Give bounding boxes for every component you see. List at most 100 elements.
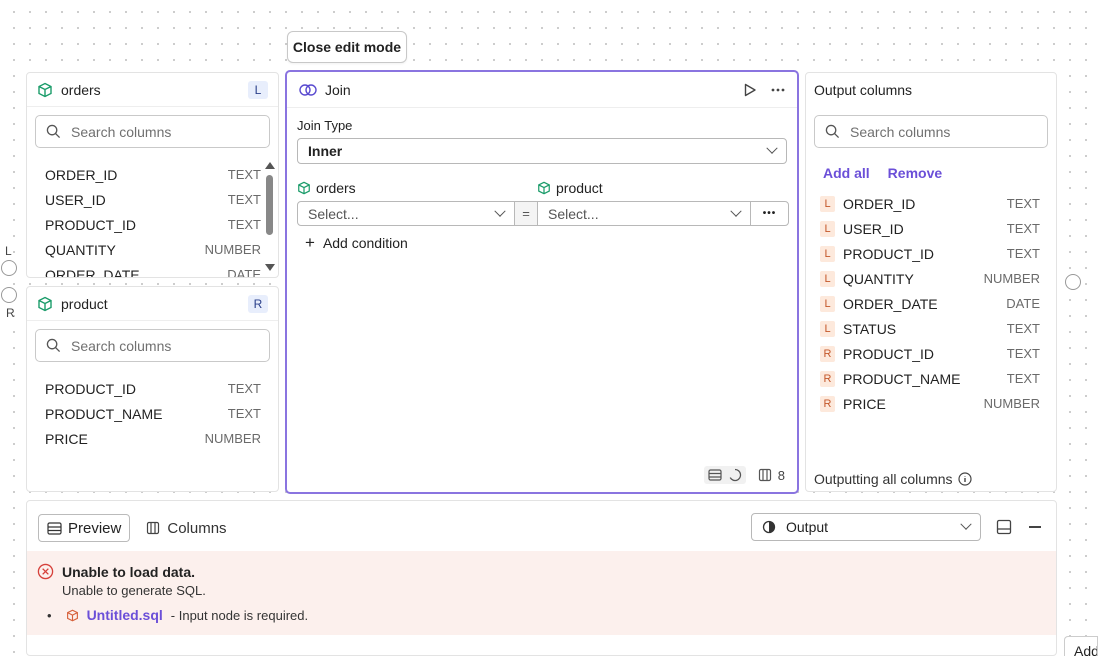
run-icon[interactable] bbox=[743, 83, 757, 97]
list-item[interactable]: L STATUS TEXT bbox=[820, 316, 1040, 341]
output-footer: Outputting all columns bbox=[814, 471, 972, 487]
list-item[interactable]: L ORDER_ID TEXT bbox=[820, 191, 1040, 216]
close-edit-mode-button[interactable]: Close edit mode bbox=[287, 31, 407, 63]
left-handle-label: L bbox=[5, 244, 12, 258]
list-item[interactable]: PRODUCT_NAME TEXT bbox=[45, 401, 261, 426]
side-badge: R bbox=[820, 345, 835, 362]
list-item[interactable]: R PRODUCT_ID TEXT bbox=[820, 341, 1040, 366]
list-item[interactable]: L ORDER_DATE DATE bbox=[820, 291, 1040, 316]
table-icon bbox=[708, 469, 722, 481]
list-item[interactable]: ORDER_ID TEXT bbox=[45, 162, 261, 187]
orders-column-list: ORDER_ID TEXT USER_ID TEXT PRODUCT_ID TEXT … bbox=[45, 162, 261, 278]
join-icon bbox=[299, 83, 317, 96]
side-badge: L bbox=[820, 320, 835, 337]
product-search-input[interactable]: Search columns bbox=[35, 329, 270, 362]
list-item[interactable]: R PRICE NUMBER bbox=[820, 391, 1040, 416]
product-panel: product R Search columns PRODUCT_ID TEXT … bbox=[26, 286, 279, 492]
product-badge: R bbox=[248, 294, 268, 313]
left-column-select[interactable]: Select... bbox=[298, 202, 514, 225]
join-type-select[interactable]: Inner bbox=[297, 138, 787, 164]
search-icon bbox=[46, 338, 61, 353]
orders-search-input[interactable]: Search columns bbox=[35, 115, 270, 148]
orders-badge: L bbox=[248, 80, 268, 99]
right-input-handle[interactable] bbox=[1, 287, 17, 303]
columns-icon bbox=[147, 521, 160, 535]
bullet: • bbox=[47, 607, 52, 623]
cube-icon bbox=[538, 181, 550, 195]
remove-button[interactable]: Remove bbox=[888, 165, 942, 181]
list-item[interactable]: R PRODUCT_NAME TEXT bbox=[820, 366, 1040, 391]
orders-scrollbar[interactable] bbox=[265, 162, 275, 276]
error-link[interactable]: Untitled.sql bbox=[87, 607, 163, 623]
chevron-down-icon bbox=[960, 518, 972, 530]
list-item[interactable]: ORDER_DATE DATE bbox=[45, 262, 261, 278]
error-message: Unable to load data. Unable to generate … bbox=[27, 551, 1056, 635]
more-icon[interactable] bbox=[771, 88, 785, 92]
product-title: product bbox=[61, 295, 108, 312]
list-item[interactable]: L QUANTITY NUMBER bbox=[820, 266, 1040, 291]
left-input-handle[interactable] bbox=[1, 260, 17, 276]
error-subtitle: Unable to generate SQL. bbox=[62, 583, 206, 598]
output-columns-panel: Output columns Search columns Add all Re… bbox=[805, 72, 1057, 492]
orders-panel: orders L Search columns ORDER_ID TEXT USE… bbox=[26, 72, 279, 278]
product-column-list: PRODUCT_ID TEXT PRODUCT_NAME TEXT PRICE NUM… bbox=[45, 376, 261, 451]
cube-icon bbox=[66, 609, 78, 621]
output-search-input[interactable]: Search columns bbox=[814, 115, 1048, 148]
side-badge: L bbox=[820, 270, 835, 287]
output-columns-title: Output columns bbox=[814, 82, 913, 98]
side-badge: L bbox=[820, 195, 835, 212]
bottom-panel: Preview Columns Output Unable to load da… bbox=[26, 500, 1057, 656]
search-icon bbox=[825, 124, 840, 139]
scrollbar-thumb[interactable] bbox=[265, 175, 273, 235]
operator-select[interactable]: = bbox=[514, 202, 538, 225]
side-badge: R bbox=[820, 395, 835, 412]
list-item[interactable]: USER_ID TEXT bbox=[45, 187, 261, 212]
join-type-label: Join Type bbox=[297, 118, 353, 133]
cube-icon bbox=[38, 296, 52, 311]
join-title: Join bbox=[325, 81, 351, 98]
minimize-icon[interactable] bbox=[1029, 526, 1041, 528]
plus-icon: + bbox=[305, 233, 315, 252]
side-badge: L bbox=[820, 295, 835, 312]
list-item[interactable]: PRICE NUMBER bbox=[45, 426, 261, 451]
chevron-down-icon bbox=[494, 205, 506, 217]
scroll-up-icon[interactable] bbox=[265, 162, 275, 169]
list-item[interactable]: PRODUCT_ID TEXT bbox=[45, 376, 261, 401]
list-item[interactable]: L PRODUCT_ID TEXT bbox=[820, 241, 1040, 266]
right-handle-label: R bbox=[6, 306, 15, 320]
side-badge: R bbox=[820, 370, 835, 387]
right-column-select[interactable]: Select... bbox=[538, 202, 750, 225]
panel-layout-icon[interactable] bbox=[996, 519, 1012, 535]
columns-icon bbox=[758, 468, 771, 482]
scroll-down-icon[interactable] bbox=[265, 264, 275, 271]
error-detail: - Input node is required. bbox=[170, 607, 309, 623]
loading-icon bbox=[729, 468, 741, 482]
output-column-list: L ORDER_ID TEXT L USER_ID TEXT L PRODUCT_ID TE… bbox=[820, 191, 1040, 416]
output-select[interactable]: Output bbox=[751, 513, 981, 541]
side-badge: L bbox=[820, 220, 835, 237]
join-panel: Join Join Type Inner orders product Sele… bbox=[285, 70, 799, 494]
list-item[interactable]: PRODUCT_ID TEXT bbox=[45, 212, 261, 237]
right-table-label: product bbox=[556, 180, 603, 196]
cube-icon bbox=[298, 181, 310, 195]
orders-search-placeholder: Search columns bbox=[71, 123, 172, 140]
left-table-label: orders bbox=[316, 180, 356, 196]
add-button[interactable]: Add bbox=[1064, 636, 1098, 656]
list-item[interactable]: L USER_ID TEXT bbox=[820, 216, 1040, 241]
tab-columns[interactable]: Columns bbox=[138, 513, 234, 543]
tab-preview[interactable]: Preview bbox=[38, 514, 131, 542]
error-title: Unable to load data. bbox=[62, 564, 196, 580]
output-handle[interactable] bbox=[1065, 274, 1081, 290]
error-icon bbox=[37, 563, 54, 580]
chevron-down-icon bbox=[766, 142, 778, 154]
output-icon bbox=[762, 520, 776, 534]
info-icon[interactable] bbox=[957, 472, 972, 486]
add-condition-button[interactable]: + Add condition bbox=[305, 233, 787, 252]
list-item[interactable]: QUANTITY NUMBER bbox=[45, 237, 261, 262]
orders-title: orders bbox=[61, 81, 101, 98]
product-search-placeholder: Search columns bbox=[71, 337, 172, 354]
join-footer: 8 bbox=[703, 466, 785, 484]
search-icon bbox=[46, 124, 61, 139]
condition-more-button[interactable]: ••• bbox=[750, 202, 788, 225]
add-all-button[interactable]: Add all bbox=[823, 165, 870, 181]
